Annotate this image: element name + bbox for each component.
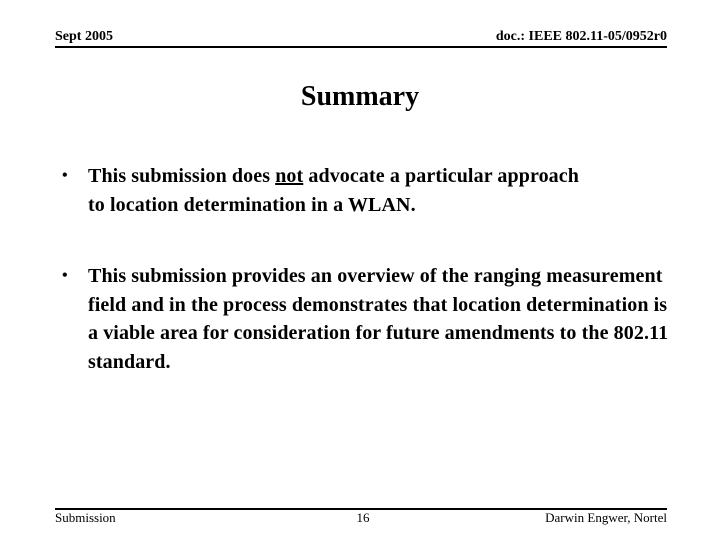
bullet-icon: • xyxy=(62,267,68,284)
header-date: Sept 2005 xyxy=(55,29,113,44)
slide-title: Summary xyxy=(300,81,420,112)
bullet-text-before: This submission does xyxy=(88,165,276,187)
header-doc-id: doc.: IEEE 802.11-05/0952r0 xyxy=(495,29,667,44)
bullet-list: • This submission does not advocate a pa… xyxy=(60,162,680,376)
bullet-text: This submission provides an overview of … xyxy=(88,265,669,373)
bullet-emphasis: not xyxy=(275,165,304,187)
footer-submission-label: Submission xyxy=(55,510,116,525)
bullet-item: • This submission provides an overview o… xyxy=(60,262,678,376)
bullet-item: • This submission does not advocate a pa… xyxy=(60,162,588,219)
header-divider xyxy=(55,46,667,48)
bullet-icon: • xyxy=(62,167,68,184)
footer-page-number: 16 xyxy=(356,510,370,525)
footer-author: Darwin Engwer, Nortel xyxy=(545,510,667,525)
